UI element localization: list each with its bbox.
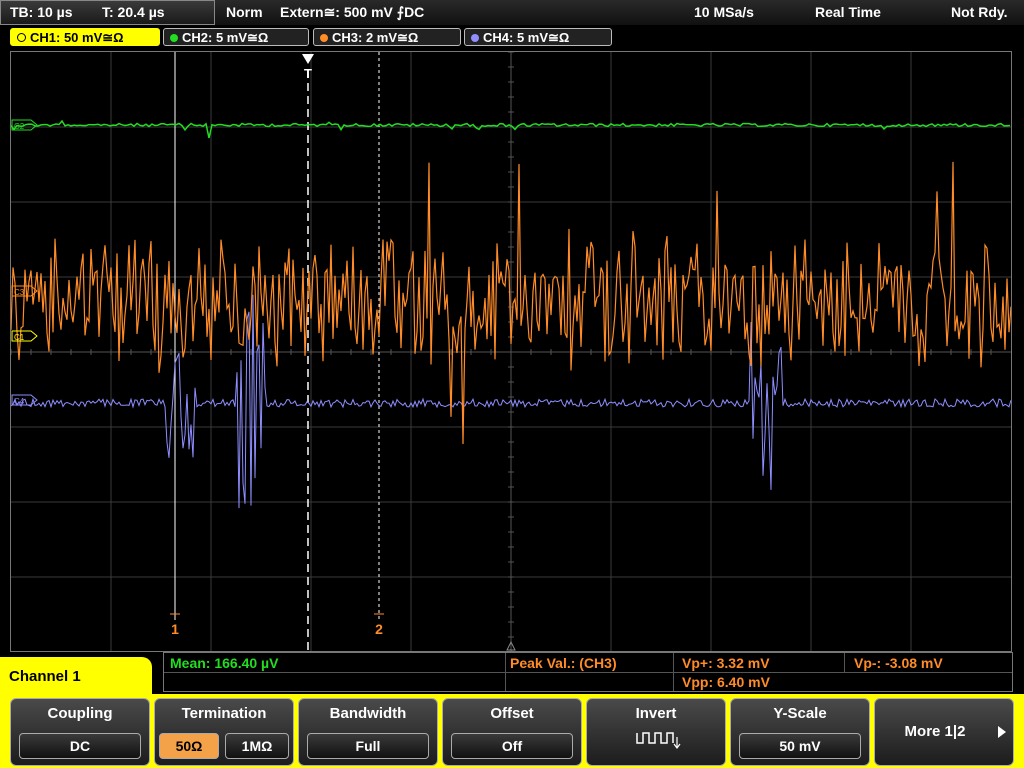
termination-title: Termination bbox=[181, 705, 267, 722]
menu-title: Channel 1 bbox=[0, 657, 152, 697]
trigger-mode[interactable]: Norm bbox=[226, 0, 263, 24]
vpp-readout: Vpp: 6.40 mV bbox=[682, 674, 770, 690]
waveform-display[interactable]: T C2 C3 C1 C4 1 2 bbox=[10, 51, 1012, 652]
peak-value-label: Peak Val.: (CH3) bbox=[510, 655, 617, 671]
ch1-offset-marker[interactable]: C1 bbox=[11, 330, 38, 342]
offset-softkey[interactable]: Offset Off bbox=[442, 698, 582, 766]
bandwidth-title: Bandwidth bbox=[329, 705, 407, 722]
timebase-readout: TB: 10 µs bbox=[10, 4, 73, 20]
tab-ch3-label: CH3: 2 mV≅Ω bbox=[332, 30, 419, 45]
trigger-position-readout: T: 20.4 µs bbox=[102, 4, 165, 20]
ch1-indicator-icon bbox=[17, 33, 26, 43]
termination-softkey[interactable]: Termination 50Ω 1MΩ bbox=[154, 698, 294, 766]
bandwidth-value[interactable]: Full bbox=[307, 733, 429, 759]
invert-softkey[interactable]: Invert bbox=[586, 698, 726, 766]
y-scale-softkey[interactable]: Y-Scale 50 mV bbox=[730, 698, 870, 766]
sample-rate: 10 MSa/s bbox=[694, 4, 754, 20]
tab-ch3[interactable]: CH3: 2 mV≅Ω bbox=[313, 28, 461, 46]
tab-ch2[interactable]: CH2: 5 mV≅Ω bbox=[163, 28, 309, 46]
tab-ch1-label: CH1: 50 mV≅Ω bbox=[30, 30, 124, 45]
ch2-offset-marker-label: C2 bbox=[14, 122, 25, 131]
coupling-softkey[interactable]: Coupling DC bbox=[10, 698, 150, 766]
ch4-offset-marker-label: C4 bbox=[14, 397, 25, 406]
tab-ch4[interactable]: CH4: 5 mV≅Ω bbox=[464, 28, 612, 46]
acquisition-mode: Real Time bbox=[815, 4, 881, 20]
y-scale-title: Y-Scale bbox=[773, 705, 827, 722]
tab-ch2-label: CH2: 5 mV≅Ω bbox=[182, 30, 269, 45]
termination-50ohm-option[interactable]: 50Ω bbox=[159, 733, 219, 759]
invert-waveform-icon bbox=[636, 732, 681, 749]
top-status-bar: TB: 10 µs T: 20.4 µs Norm Extern≅: 500 m… bbox=[0, 0, 1024, 25]
cursor-2-label[interactable]: 2 bbox=[375, 621, 383, 637]
measurement-bar: Mean: 166.40 µV Peak Val.: (CH3) Vp+: 3.… bbox=[163, 652, 1013, 692]
channel-tabs: CH1: 50 mV≅Ω CH2: 5 mV≅Ω CH3: 2 mV≅Ω CH4… bbox=[0, 26, 1024, 50]
more-title: More 1|2 bbox=[904, 723, 966, 740]
invert-title: Invert bbox=[635, 705, 677, 722]
trigger-marker-label: T bbox=[304, 66, 312, 81]
ch4-indicator-icon bbox=[471, 33, 479, 42]
vp-plus-readout: Vp+: 3.32 mV bbox=[682, 655, 770, 671]
trigger-source[interactable]: Extern≅: 500 mV ⨍DC bbox=[280, 0, 424, 24]
run-status: Not Rdy. bbox=[951, 4, 1008, 20]
termination-1mohm-option[interactable]: 1MΩ bbox=[225, 733, 289, 759]
ch1-offset-marker-label: C1 bbox=[14, 333, 25, 342]
waveform-canvas: T C2 C3 C1 C4 1 2 bbox=[11, 52, 1011, 651]
ch3-indicator-icon bbox=[320, 33, 328, 42]
trigger-position-marker[interactable] bbox=[302, 54, 314, 64]
offset-title: Offset bbox=[490, 705, 534, 722]
vp-minus-readout: Vp-: -3.08 mV bbox=[854, 655, 943, 671]
coupling-title: Coupling bbox=[47, 705, 113, 722]
ch3-offset-marker-label: C3 bbox=[14, 288, 25, 297]
tab-ch1[interactable]: CH1: 50 mV≅Ω bbox=[10, 28, 160, 46]
offset-value[interactable]: Off bbox=[451, 733, 573, 759]
bandwidth-softkey[interactable]: Bandwidth Full bbox=[298, 698, 438, 766]
ch2-indicator-icon bbox=[170, 33, 178, 42]
tab-ch4-label: CH4: 5 mV≅Ω bbox=[483, 30, 570, 45]
more-softkey[interactable]: More 1|2 bbox=[874, 698, 1014, 766]
chevron-right-icon bbox=[998, 726, 1006, 738]
mean-readout: Mean: 166.40 µV bbox=[170, 655, 279, 671]
y-scale-value[interactable]: 50 mV bbox=[739, 733, 861, 759]
cursor-1-label[interactable]: 1 bbox=[171, 621, 179, 637]
coupling-value[interactable]: DC bbox=[19, 733, 141, 759]
